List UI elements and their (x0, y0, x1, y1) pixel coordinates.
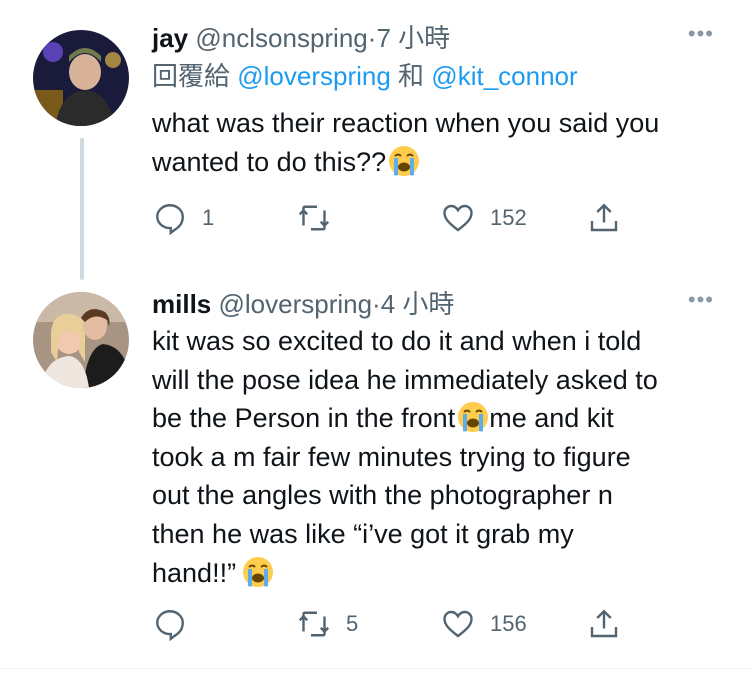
retweet-count: 5 (346, 611, 359, 636)
share-button[interactable] (586, 604, 622, 644)
user-handle[interactable]: @loverspring (218, 289, 372, 319)
avatar[interactable] (33, 292, 129, 388)
retweet-button[interactable] (296, 198, 346, 238)
divider (0, 668, 750, 669)
like-count: 152 (490, 205, 527, 230)
tweet-header: mills @loverspring·4 小時 (152, 286, 730, 322)
loudly-crying-face-emoji (457, 401, 490, 434)
tweet-actions: 5 156 (152, 604, 632, 644)
like-button[interactable]: 152 (440, 198, 527, 238)
reply-button[interactable] (152, 604, 202, 644)
tweet-actions: 1 152 (152, 198, 632, 238)
reply-button[interactable]: 1 (152, 198, 214, 238)
reply-and: 和 (398, 61, 425, 91)
loudly-crying-face-emoji (388, 144, 421, 177)
tweet-text: what was their reaction when you said yo… (152, 104, 730, 181)
user-handle[interactable]: @nclsonspring (195, 23, 367, 53)
avatar[interactable] (33, 30, 129, 126)
display-name[interactable]: mills (152, 289, 211, 319)
share-icon (590, 203, 618, 232)
retweet-icon (298, 611, 330, 637)
like-count: 156 (490, 611, 527, 636)
tweet[interactable]: mills @loverspring·4 小時 ••• kit was so e… (0, 280, 750, 675)
mention-link[interactable]: @kit_connor (431, 61, 577, 91)
loudly-crying-face-emoji (242, 555, 275, 588)
timestamp[interactable]: 4 小時 (381, 289, 455, 319)
heart-icon (443, 204, 473, 232)
tweet[interactable]: jay @nclsonspring·7 小時 ••• 回覆給 @loverspr… (0, 0, 750, 280)
retweet-button[interactable]: 5 (296, 604, 358, 644)
reply-prefix: 回覆給 (152, 61, 231, 91)
share-button[interactable] (586, 198, 622, 238)
reply-icon (156, 204, 184, 236)
reply-count: 1 (202, 205, 215, 230)
thread-line (80, 138, 84, 280)
display-name[interactable]: jay (152, 23, 188, 53)
timestamp[interactable]: 7 小時 (376, 23, 450, 53)
reply-icon (156, 610, 184, 642)
tweet-header: jay @nclsonspring·7 小時 (152, 20, 730, 56)
heart-icon (443, 610, 473, 638)
share-icon (590, 609, 618, 638)
more-horizontal-icon[interactable]: ••• (688, 23, 714, 45)
more-horizontal-icon[interactable]: ••• (688, 289, 714, 311)
separator-dot: · (372, 289, 381, 319)
tweet-text: kit was so excited to do it and when i t… (152, 322, 730, 592)
retweet-icon (298, 205, 330, 231)
like-button[interactable]: 156 (440, 604, 527, 644)
mention-link[interactable]: @loverspring (237, 61, 391, 91)
reply-context: 回覆給 @loverspring 和 @kit_connor (152, 58, 730, 94)
